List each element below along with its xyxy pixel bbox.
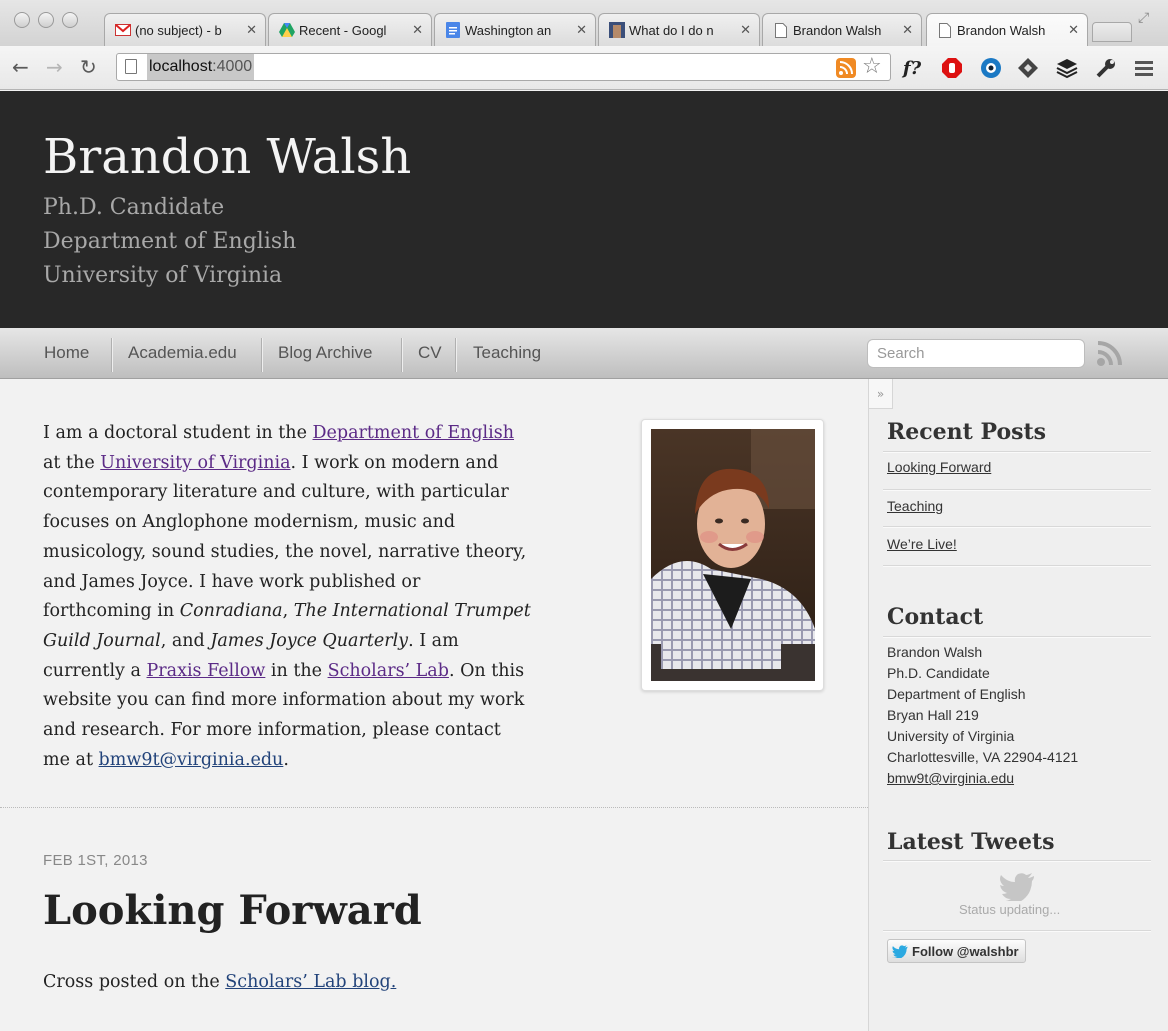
main-nav: Home Academia.edu Blog Archive CV Teachi…: [0, 328, 1168, 379]
font-identifier-extension-icon[interactable]: f?: [900, 56, 924, 80]
thumbnail-icon: [609, 22, 625, 38]
browser-tab-bar: (no subject) - b ✕ Recent - Googl ✕ Wash…: [0, 0, 1168, 46]
divider: [883, 451, 1151, 452]
eye-extension-icon[interactable]: [979, 56, 1003, 80]
tab-close-icon[interactable]: ✕: [1068, 22, 1079, 38]
rss-feed-icon[interactable]: [836, 58, 856, 78]
nav-divider: [455, 338, 456, 372]
intro-paragraph: I am a doctoral student in the Departmen…: [43, 423, 531, 770]
link-scholars-lab-blog[interactable]: Scholars’ Lab blog.: [225, 972, 396, 992]
page-icon: [937, 22, 953, 38]
back-arrow-icon[interactable]: ←: [12, 56, 29, 78]
divider: [883, 930, 1151, 931]
site-title[interactable]: Brandon Walsh: [43, 129, 411, 185]
link-university-of-virginia[interactable]: University of Virginia: [100, 453, 290, 473]
main-content: I am a doctoral student in the Departmen…: [0, 379, 868, 1031]
gmail-icon: [115, 22, 131, 38]
subtitle-line: University of Virginia: [43, 263, 283, 288]
window-close-button[interactable]: [14, 12, 30, 28]
nav-item-teaching[interactable]: Teaching: [473, 343, 541, 363]
post-excerpt: Cross posted on the Scholars’ Lab blog.: [43, 972, 397, 992]
contact-heading: Contact: [887, 604, 984, 630]
google-docs-icon: [445, 22, 461, 38]
twitter-bird-icon: [999, 873, 1035, 905]
contact-line: Ph.D. Candidate: [887, 665, 990, 681]
contact-line: Brandon Walsh: [887, 644, 983, 660]
recent-post-link[interactable]: Teaching: [887, 498, 943, 514]
recent-post-link[interactable]: We’re Live!: [887, 536, 957, 552]
divider: [883, 636, 1151, 637]
nav-divider: [261, 338, 262, 372]
recent-posts-heading: Recent Posts: [887, 419, 1047, 445]
link-praxis-fellow[interactable]: Praxis Fellow: [147, 661, 266, 681]
window-zoom-button[interactable]: [62, 12, 78, 28]
profile-photo: [651, 429, 815, 681]
browser-tab-active[interactable]: Brandon Walsh ✕: [926, 13, 1088, 46]
tab-close-icon[interactable]: ✕: [576, 22, 587, 38]
twitter-bird-icon: [892, 944, 908, 958]
twitter-follow-button[interactable]: Follow @walshbr: [887, 939, 1026, 963]
contact-email-link[interactable]: bmw9t@virginia.edu: [887, 770, 1014, 786]
contact-line: Charlottesville, VA 22904-4121: [887, 749, 1079, 765]
fullscreen-icon[interactable]: ⤢: [1138, 10, 1149, 26]
page-icon: [773, 22, 789, 38]
browser-tab[interactable]: What do I do n ✕: [598, 13, 760, 46]
tab-close-icon[interactable]: ✕: [740, 22, 751, 38]
nav-item-cv[interactable]: CV: [418, 343, 442, 363]
nav-item-home[interactable]: Home: [44, 343, 89, 363]
feedly-icon[interactable]: [1016, 56, 1040, 80]
contact-line: Bryan Hall 219: [887, 707, 979, 723]
post-date: FEB 1ST, 2013: [43, 852, 148, 869]
recent-post-link[interactable]: Looking Forward: [887, 459, 991, 475]
bookmark-star-icon[interactable]: ☆: [862, 54, 882, 79]
reload-icon[interactable]: ↻: [80, 56, 97, 78]
divider: [883, 565, 1151, 566]
forward-arrow-icon[interactable]: →: [46, 56, 63, 78]
contact-line: Department of English: [887, 686, 1026, 702]
tweet-status-text: Status updating...: [959, 902, 1061, 917]
nav-item-academia[interactable]: Academia.edu: [128, 343, 237, 363]
section-divider: [0, 807, 868, 808]
adblock-icon[interactable]: [940, 56, 964, 80]
profile-photo-frame: [641, 419, 824, 691]
divider: [883, 860, 1151, 861]
site-header: Brandon Walsh Ph.D. Candidate Department…: [0, 91, 1168, 328]
nav-divider: [111, 338, 112, 372]
tab-close-icon[interactable]: ✕: [246, 22, 257, 38]
link-department-of-english[interactable]: Department of English: [313, 423, 515, 443]
sidebar: » Recent Posts Looking Forward Teaching …: [868, 379, 1168, 1031]
subtitle-line: Department of English: [43, 229, 297, 254]
latest-tweets-heading: Latest Tweets: [887, 829, 1055, 855]
new-tab-button[interactable]: [1092, 22, 1132, 42]
link-email[interactable]: bmw9t@virginia.edu: [99, 750, 284, 770]
browser-tab[interactable]: Recent - Googl ✕: [268, 13, 432, 46]
buffer-stack-icon[interactable]: [1055, 56, 1079, 80]
tab-close-icon[interactable]: ✕: [902, 22, 913, 38]
wrench-icon[interactable]: [1094, 56, 1118, 80]
contact-line: University of Virginia: [887, 728, 1015, 744]
search-input[interactable]: [867, 339, 1085, 368]
divider: [883, 489, 1151, 490]
link-scholars-lab[interactable]: Scholars’ Lab: [328, 661, 449, 681]
sidebar-collapse-toggle[interactable]: »: [869, 379, 893, 409]
url-text[interactable]: localhost:4000: [147, 54, 255, 80]
nav-divider: [401, 338, 402, 372]
divider: [883, 526, 1151, 527]
nav-item-blog-archive[interactable]: Blog Archive: [278, 343, 373, 363]
post-title[interactable]: Looking Forward: [43, 887, 422, 934]
browser-tab[interactable]: Washington an ✕: [434, 13, 596, 46]
page-icon: [125, 59, 137, 74]
google-drive-icon: [279, 22, 295, 38]
browser-tab[interactable]: (no subject) - b ✕: [104, 13, 266, 46]
menu-hamburger-icon[interactable]: [1132, 56, 1156, 80]
tab-close-icon[interactable]: ✕: [412, 22, 423, 38]
rss-icon[interactable]: [1095, 340, 1125, 373]
browser-tab[interactable]: Brandon Walsh ✕: [762, 13, 922, 46]
address-bar[interactable]: localhost:4000: [116, 53, 891, 81]
window-minimize-button[interactable]: [38, 12, 54, 28]
subtitle-line: Ph.D. Candidate: [43, 195, 225, 220]
